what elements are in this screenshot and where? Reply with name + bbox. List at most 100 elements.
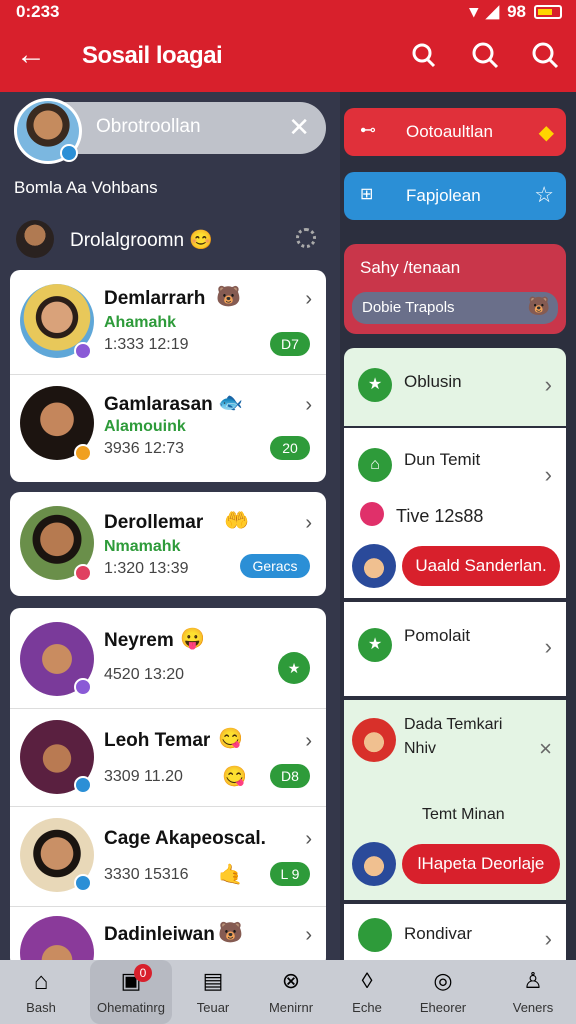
chevron-right-icon[interactable]: › <box>305 828 312 851</box>
group-icon: ⊞ <box>360 186 374 203</box>
add-contact-icon[interactable] <box>408 40 438 70</box>
bag-icon: ◊ <box>361 968 373 993</box>
chat-name: Leoh Temar <box>104 730 211 751</box>
bear-icon: 🐻 <box>218 922 243 944</box>
chevron-right-icon[interactable]: › <box>305 512 312 535</box>
notification-badge: 0 <box>134 964 152 982</box>
chat-name: Cage Akapeoscal. <box>104 828 266 849</box>
hands-icon: 🤲 <box>224 510 249 532</box>
avatar <box>352 842 396 886</box>
status-dot-icon <box>74 776 92 794</box>
banner-subtitle: Dobie Trapols <box>362 299 455 316</box>
fish-icon: 🐟 <box>218 392 243 414</box>
chat-name: Demlarrarh <box>104 288 206 309</box>
battery-text: 98 <box>507 2 526 21</box>
chat-subtitle: Ahamahk <box>104 314 177 331</box>
chat-time: 4520 13:20 <box>104 666 185 683</box>
chat-subtitle: Nmamahk <box>104 538 181 555</box>
bottom-nav: ⌂ Bash ▣ 0 Ohematinrg ▤ Teuar ⊗ Menirnr … <box>0 960 576 1024</box>
chat-time: 1:333 12:19 <box>104 336 189 353</box>
nav-item-teuar[interactable]: ▤ Teuar <box>172 960 254 1024</box>
chat-time: 3936 12:73 <box>104 440 185 457</box>
pill-button[interactable]: ⊷ Ootoaultlan ◆ <box>344 108 566 156</box>
status-dot-icon <box>74 874 92 892</box>
my-status-label[interactable]: Drolalgroomn 😊 <box>70 228 213 252</box>
list-item[interactable]: ★ Pomolait › <box>344 602 566 696</box>
chat-group-card: Neyrem 😛 4520 13:20 ★ Leoh Temar 😋 3309 … <box>10 608 326 990</box>
chevron-right-icon[interactable]: › <box>545 634 552 660</box>
compass-icon: ◎ <box>433 968 453 993</box>
chat-name: Neyrem <box>104 630 174 651</box>
avatar <box>352 718 396 762</box>
chat-group-card: Demlarrarh 🐻 Ahamahk 1:333 12:19 › D7 Ga… <box>10 270 326 482</box>
status-dot-icon <box>74 564 92 582</box>
star-icon: ★ <box>358 628 392 662</box>
list-item[interactable]: ★ Oblusin › <box>344 348 566 426</box>
battery-icon <box>534 5 562 19</box>
status-dot-icon <box>74 342 92 360</box>
chat-time: 3330 15316 <box>104 866 189 883</box>
signal-icon: ◢ <box>486 2 500 21</box>
star-icon: ★ <box>358 368 392 402</box>
wifi-icon: ▾ <box>469 2 478 21</box>
chevron-right-icon[interactable]: › <box>305 730 312 753</box>
chat-name: Gamlarasan <box>104 394 213 415</box>
unread-badge: D7 <box>270 332 310 356</box>
back-arrow-icon[interactable]: ← <box>16 38 46 72</box>
app-bar: ← Sosail loagai <box>0 26 576 92</box>
action-button[interactable]: lHapeta Deorlaje <box>402 844 560 884</box>
unread-badge: L 9 <box>270 862 310 886</box>
nav-item-menu[interactable]: ⊗ Menirnr <box>250 960 332 1024</box>
refresh-icon[interactable] <box>296 228 316 248</box>
heart-icon <box>360 502 384 526</box>
nav-item-explore[interactable]: ◎ Eheorer <box>402 960 484 1024</box>
nav-item-home[interactable]: ⌂ Bash <box>0 960 82 1024</box>
search-input[interactable]: Obrotroollan <box>96 116 201 138</box>
yum-icon: 😋 <box>222 766 247 788</box>
verified-icon <box>60 144 78 162</box>
banner-card[interactable]: Sahy /tenaan Dobie Trapols 🐻 <box>344 244 566 334</box>
fish-icon: ⊷ <box>360 122 376 139</box>
nav-item-eche[interactable]: ◊ Eche <box>326 960 408 1024</box>
list-item[interactable]: ⌂ Dun Temit › Tive 12s88 Uaald Sanderlan… <box>344 428 566 598</box>
page-title: Sosail loagai <box>82 42 223 69</box>
pill-button[interactable]: ⊞ Fapjolean ☆ <box>344 172 566 220</box>
star-icon: ☆ <box>534 182 554 207</box>
divider <box>10 374 326 375</box>
close-icon[interactable]: ✕ <box>288 112 310 143</box>
action-button[interactable]: Uaald Sanderlan. <box>402 546 560 586</box>
nav-item-chatting[interactable]: ▣ 0 Ohematinrg <box>90 960 172 1024</box>
divider <box>10 708 326 709</box>
chevron-right-icon[interactable]: › <box>305 924 312 947</box>
chat-item[interactable]: Derollemar 🤲 Nmamahk 1:320 13:39 › Gerac… <box>10 492 326 596</box>
status-badge: Geracs <box>240 554 310 578</box>
chevron-right-icon[interactable]: › <box>305 288 312 311</box>
status-dot-icon <box>74 444 92 462</box>
chevron-right-icon[interactable]: › <box>545 372 552 398</box>
banner-title: Sahy /tenaan <box>360 258 461 277</box>
chat-bubble-icon: ◆ <box>538 122 554 144</box>
nav-item-profile[interactable]: ♙ Veners <box>492 960 574 1024</box>
cap-icon <box>358 918 392 952</box>
chat-name: Derollemar <box>104 512 204 533</box>
person-icon: ♙ <box>523 968 543 993</box>
section-heading: Bomla Aa Vohbans <box>14 178 158 197</box>
list-item[interactable]: Dada Temkari Nhiv × Temt Minan lHapeta D… <box>344 700 566 900</box>
chat-time: 1:320 13:39 <box>104 560 189 577</box>
smile-icon: 😊 <box>189 230 213 251</box>
status-dot-icon <box>74 678 92 696</box>
document-icon: ▤ <box>202 968 224 993</box>
bear-icon: 🐻 <box>527 296 550 316</box>
basket-icon: ⌂ <box>358 448 392 482</box>
list-item[interactable]: Rondivar › <box>344 904 566 960</box>
search-icon[interactable] <box>530 40 560 70</box>
chevron-right-icon[interactable]: › <box>545 462 552 488</box>
yum-icon: 😋 <box>218 728 243 750</box>
chevron-right-icon[interactable]: › <box>545 926 552 952</box>
avatar <box>352 544 396 588</box>
chevron-right-icon[interactable]: › <box>305 394 312 417</box>
divider <box>10 906 326 907</box>
search-icon[interactable] <box>470 40 500 70</box>
tools-icon: ⊗ <box>281 968 301 993</box>
close-icon[interactable]: × <box>539 736 552 762</box>
